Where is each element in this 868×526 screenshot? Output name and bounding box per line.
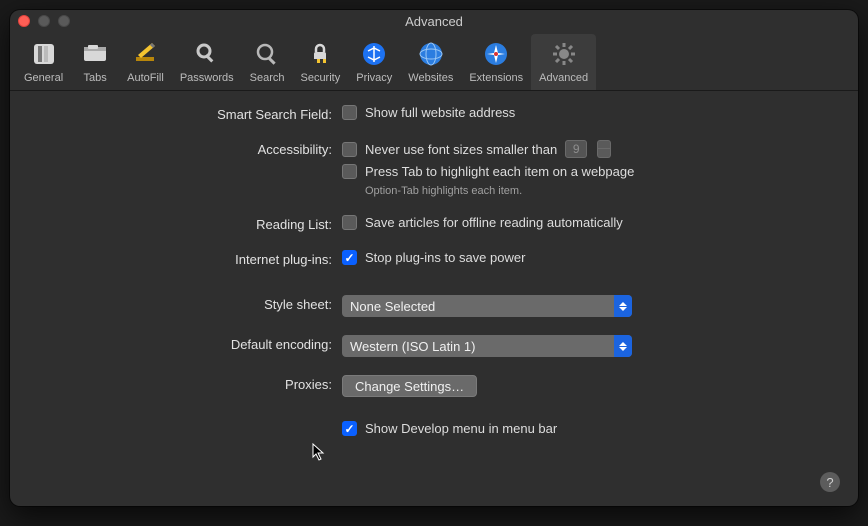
tab-label: Passwords: [180, 72, 234, 84]
titlebar: Advanced: [10, 10, 858, 32]
preferences-window: Advanced General Tabs AutoFill Passwords: [10, 10, 858, 506]
tab-privacy[interactable]: Privacy: [348, 34, 400, 90]
checkbox-label: Save articles for offline reading automa…: [365, 215, 623, 230]
checkbox-show-full-url[interactable]: [342, 105, 357, 120]
row-style-sheet: Style sheet: None Selected: [38, 295, 830, 317]
tab-label: Advanced: [539, 72, 588, 84]
select-arrows-icon: [614, 335, 632, 357]
checkbox-label: Press Tab to highlight each item on a we…: [365, 164, 634, 179]
min-font-size-field[interactable]: 9: [565, 140, 587, 158]
tab-label: Extensions: [469, 72, 523, 84]
checkbox-min-font-size[interactable]: [342, 142, 357, 157]
hint-option-tab: Option-Tab highlights each item.: [342, 185, 634, 197]
checkbox-label: Show full website address: [365, 105, 515, 120]
preferences-toolbar: General Tabs AutoFill Passwords Search: [10, 32, 858, 91]
tab-advanced[interactable]: Advanced: [531, 34, 596, 90]
row-reading-list: Reading List: Save articles for offline …: [38, 215, 830, 232]
tab-label: AutoFill: [127, 72, 164, 84]
label-reading-list: Reading List:: [38, 215, 342, 232]
mouse-cursor: [312, 443, 326, 461]
tab-label: Privacy: [356, 72, 392, 84]
select-value: None Selected: [350, 299, 435, 314]
row-proxies: Proxies: Change Settings…: [38, 375, 830, 397]
general-icon: [28, 38, 60, 70]
tab-label: Security: [300, 72, 340, 84]
minimize-window-button[interactable]: [38, 15, 50, 27]
tab-autofill[interactable]: AutoFill: [119, 34, 172, 90]
checkbox-label: Stop plug-ins to save power: [365, 250, 525, 265]
row-develop-menu: Show Develop menu in menu bar: [38, 421, 830, 436]
tabs-icon: [79, 38, 111, 70]
traffic-lights: [18, 15, 70, 27]
content-pane: Smart Search Field: Show full website ad…: [10, 91, 858, 506]
extensions-icon: [480, 38, 512, 70]
row-smart-search: Smart Search Field: Show full website ad…: [38, 105, 830, 122]
select-default-encoding[interactable]: Western (ISO Latin 1): [342, 335, 632, 357]
zoom-window-button[interactable]: [58, 15, 70, 27]
tab-security[interactable]: Security: [292, 34, 348, 90]
button-label: Change Settings…: [355, 379, 464, 394]
tab-label: Tabs: [84, 72, 107, 84]
window-title: Advanced: [10, 14, 858, 29]
tab-label: Search: [250, 72, 285, 84]
row-default-encoding: Default encoding: Western (ISO Latin 1): [38, 335, 830, 357]
checkbox-show-develop-menu[interactable]: [342, 421, 357, 436]
tab-websites[interactable]: Websites: [400, 34, 461, 90]
tab-tabs[interactable]: Tabs: [71, 34, 119, 90]
row-plugins: Internet plug-ins: Stop plug-ins to save…: [38, 250, 830, 267]
label-plugins: Internet plug-ins:: [38, 250, 342, 267]
label-style-sheet: Style sheet:: [38, 295, 342, 312]
tab-label: General: [24, 72, 63, 84]
checkbox-label: Never use font sizes smaller than: [365, 142, 557, 157]
tab-general[interactable]: General: [16, 34, 71, 90]
privacy-icon: [358, 38, 390, 70]
tab-search[interactable]: Search: [242, 34, 293, 90]
checkbox-save-offline[interactable]: [342, 215, 357, 230]
min-font-size-stepper[interactable]: [597, 140, 611, 158]
autofill-icon: [129, 38, 161, 70]
websites-icon: [415, 38, 447, 70]
passwords-icon: [191, 38, 223, 70]
tab-label: Websites: [408, 72, 453, 84]
tab-passwords[interactable]: Passwords: [172, 34, 242, 90]
search-icon: [251, 38, 283, 70]
tab-extensions[interactable]: Extensions: [461, 34, 531, 90]
label-smart-search: Smart Search Field:: [38, 105, 342, 122]
label-accessibility: Accessibility:: [38, 140, 342, 157]
label-default-encoding: Default encoding:: [38, 335, 342, 352]
help-icon: ?: [826, 475, 833, 490]
security-icon: [304, 38, 336, 70]
close-window-button[interactable]: [18, 15, 30, 27]
row-accessibility: Accessibility: Never use font sizes smal…: [38, 140, 830, 197]
checkbox-press-tab[interactable]: [342, 164, 357, 179]
checkbox-stop-plugins[interactable]: [342, 250, 357, 265]
checkbox-label: Show Develop menu in menu bar: [365, 421, 557, 436]
help-button[interactable]: ?: [820, 472, 840, 492]
button-change-proxy-settings[interactable]: Change Settings…: [342, 375, 477, 397]
label-proxies: Proxies:: [38, 375, 342, 392]
advanced-icon: [548, 38, 580, 70]
select-style-sheet[interactable]: None Selected: [342, 295, 632, 317]
select-value: Western (ISO Latin 1): [350, 339, 475, 354]
select-arrows-icon: [614, 295, 632, 317]
